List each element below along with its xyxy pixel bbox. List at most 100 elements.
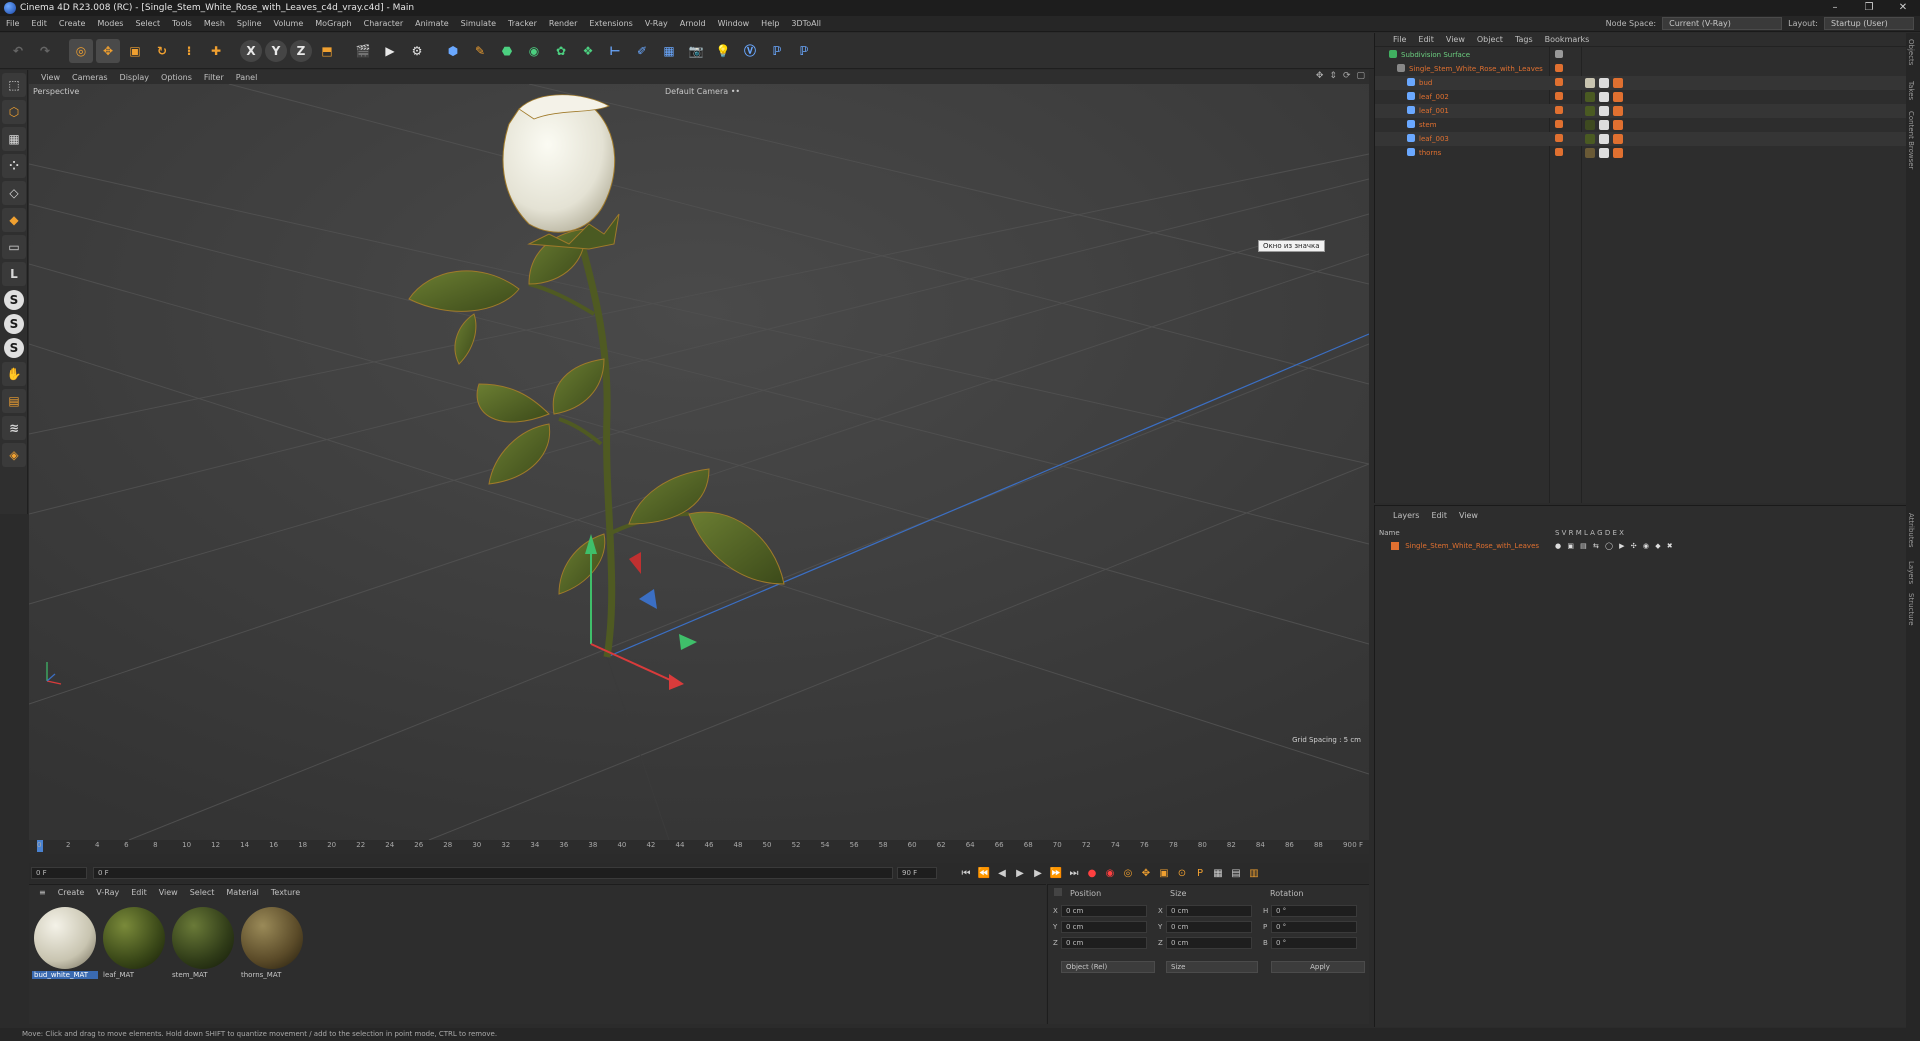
workplane-icon[interactable]: ✋ xyxy=(2,362,26,386)
lock-workplane-icon[interactable]: ◈ xyxy=(2,443,26,467)
tab-takes[interactable]: Takes xyxy=(1907,81,1915,100)
pen-spline-icon[interactable]: ✎ xyxy=(468,39,492,63)
timeline-ruler[interactable]: 0 2 4 6 8 10 12 14 16 18 20 22 24 26 28 30 32 34 36 38 40 42 4… xyxy=(29,840,1369,854)
go-to-start-icon[interactable]: ⏮ xyxy=(957,865,975,881)
menu-file[interactable]: File xyxy=(0,19,25,28)
mat-menu-view[interactable]: View xyxy=(153,888,184,897)
key-scale-icon[interactable]: ▣ xyxy=(1155,865,1173,881)
position-y-field[interactable]: 0 cm xyxy=(1061,921,1147,933)
prev-key-icon[interactable]: ⏪ xyxy=(975,865,993,881)
menu-mesh[interactable]: Mesh xyxy=(198,19,231,28)
object-row-mesh[interactable]: thorns xyxy=(1375,146,1907,160)
apply-button[interactable]: Apply xyxy=(1271,961,1365,973)
obj-menu-object[interactable]: Object xyxy=(1471,35,1509,44)
vray-tag-icon[interactable] xyxy=(1613,78,1623,88)
play-icon[interactable]: ▶ xyxy=(1011,865,1029,881)
extrude-icon[interactable]: ◉ xyxy=(522,39,546,63)
prev-frame-icon[interactable]: ◀ xyxy=(993,865,1011,881)
layout-dropdown[interactable]: Startup (User) xyxy=(1824,17,1914,30)
close-button[interactable]: ✕ xyxy=(1886,0,1920,16)
object-row-mesh[interactable]: leaf_001 xyxy=(1375,104,1907,118)
layer-row[interactable]: Single_Stem_White_Rose_with_Leaves ● ▣ ▤… xyxy=(1379,542,1899,554)
object-row-mesh[interactable]: bud xyxy=(1375,76,1907,90)
rotation-p-field[interactable]: 0 ° xyxy=(1271,921,1357,933)
3d-viewport[interactable]: View Cameras Display Options Filter Pane… xyxy=(29,70,1369,840)
tab-objects[interactable]: Objects xyxy=(1907,39,1915,65)
viewport-menu-panel[interactable]: Panel xyxy=(230,73,264,82)
size-x-field[interactable]: 0 cm xyxy=(1166,905,1252,917)
object-row-subdivision[interactable]: Subdivision Surface xyxy=(1375,48,1907,62)
x-axis-lock-icon[interactable]: X xyxy=(240,39,262,62)
move-tool-icon[interactable]: ✥ xyxy=(96,38,120,63)
menu-render[interactable]: Render xyxy=(543,19,583,28)
menu-extensions[interactable]: Extensions xyxy=(583,19,638,28)
panel-menu-icon[interactable]: ≡ xyxy=(33,888,52,897)
axis-mode-icon[interactable]: L xyxy=(2,262,26,286)
menu-help[interactable]: Help xyxy=(755,19,785,28)
visibility-icon[interactable] xyxy=(1555,50,1563,58)
camera-label[interactable]: Default Camera •• xyxy=(665,87,740,96)
material-tag-icon[interactable] xyxy=(1585,120,1595,130)
position-z-field[interactable]: 0 cm xyxy=(1061,937,1147,949)
quantize-icon[interactable]: S xyxy=(4,338,24,358)
menu-simulate[interactable]: Simulate xyxy=(455,19,502,28)
cube-icon[interactable]: ⬢ xyxy=(441,39,465,63)
menu-tools[interactable]: Tools xyxy=(166,19,198,28)
node-space-dropdown[interactable]: Current (V-Ray) xyxy=(1662,17,1783,30)
edges-mode-icon[interactable]: ◇ xyxy=(2,181,26,205)
transform-tool-icon[interactable]: ⁝ xyxy=(177,39,201,63)
camera-icon[interactable]: 📷 xyxy=(684,39,708,63)
start-frame-field[interactable]: 0 F xyxy=(31,867,87,879)
obj-menu-tags[interactable]: Tags xyxy=(1509,35,1539,44)
menu-modes[interactable]: Modes xyxy=(91,19,129,28)
menu-tracker[interactable]: Tracker xyxy=(502,19,543,28)
menu-create[interactable]: Create xyxy=(53,19,92,28)
key-grid-icon[interactable]: ▦ xyxy=(1209,865,1227,881)
mograph-icon[interactable]: ❖ xyxy=(576,39,600,63)
layer-menu-view[interactable]: View xyxy=(1453,511,1484,520)
snap-icon[interactable]: S xyxy=(4,290,24,310)
material-swatch[interactable]: thorns_MAT xyxy=(239,905,305,985)
layer-menu-layers[interactable]: Layers xyxy=(1387,511,1425,520)
object-row-null[interactable]: Single_Stem_White_Rose_with_Leaves xyxy=(1375,62,1907,76)
points-mode-icon[interactable]: ⁘ xyxy=(2,154,26,178)
python-icon[interactable]: ℙ xyxy=(765,39,789,63)
coordinate-mode-dropdown[interactable]: Object (Rel) xyxy=(1061,961,1155,973)
field-icon[interactable]: ✐ xyxy=(630,39,654,63)
live-selection-icon[interactable]: ◎ xyxy=(69,38,93,63)
tab-attributes[interactable]: Attributes xyxy=(1907,513,1915,548)
rotation-b-field[interactable]: 0 ° xyxy=(1271,937,1357,949)
obj-menu-edit[interactable]: Edit xyxy=(1412,35,1440,44)
render-view-icon[interactable]: ▶ xyxy=(378,39,402,63)
uvw-tag-icon[interactable] xyxy=(1599,120,1609,130)
key-pla-icon[interactable]: P xyxy=(1191,865,1209,881)
polygons-mode-icon[interactable]: ◆ xyxy=(2,208,26,232)
mat-menu-select[interactable]: Select xyxy=(184,888,221,897)
obj-menu-file[interactable]: File xyxy=(1387,35,1412,44)
menu-arnold[interactable]: Arnold xyxy=(674,19,712,28)
subdivision-icon[interactable]: ⬣ xyxy=(495,39,519,63)
undo-icon[interactable]: ↶ xyxy=(6,39,30,63)
material-swatch[interactable]: stem_MAT xyxy=(170,905,236,985)
key-rotation-icon[interactable]: ✥ xyxy=(1137,865,1155,881)
grid-icon[interactable]: ▤ xyxy=(2,389,26,413)
key-position-icon[interactable]: ◎ xyxy=(1119,865,1137,881)
pan-icon[interactable]: ✥ xyxy=(1316,71,1324,81)
obj-menu-view[interactable]: View xyxy=(1440,35,1471,44)
make-editable-icon[interactable]: ⬚ xyxy=(2,73,26,97)
coordinate-system-icon[interactable]: ⬒ xyxy=(315,39,339,63)
obj-menu-bookmarks[interactable]: Bookmarks xyxy=(1539,35,1596,44)
timeline-icon[interactable]: ▤ xyxy=(1227,865,1245,881)
viewport-menu-view[interactable]: View xyxy=(35,73,66,82)
cloner-icon[interactable]: ✿ xyxy=(549,39,573,63)
mat-menu-texture[interactable]: Texture xyxy=(265,888,306,897)
vray-tag-icon[interactable] xyxy=(1613,120,1623,130)
uv-mode-icon[interactable]: ▭ xyxy=(2,235,26,259)
layer-menu-edit[interactable]: Edit xyxy=(1425,511,1453,520)
size-y-field[interactable]: 0 cm xyxy=(1166,921,1252,933)
material-swatch[interactable]: bud_white_MAT xyxy=(32,905,98,985)
script-icon[interactable]: ℙ xyxy=(792,39,816,63)
z-axis-lock-icon[interactable]: Z xyxy=(290,39,312,62)
rotate-tool-icon[interactable]: ↻ xyxy=(150,39,174,63)
viewport-menu-cameras[interactable]: Cameras xyxy=(66,73,114,82)
